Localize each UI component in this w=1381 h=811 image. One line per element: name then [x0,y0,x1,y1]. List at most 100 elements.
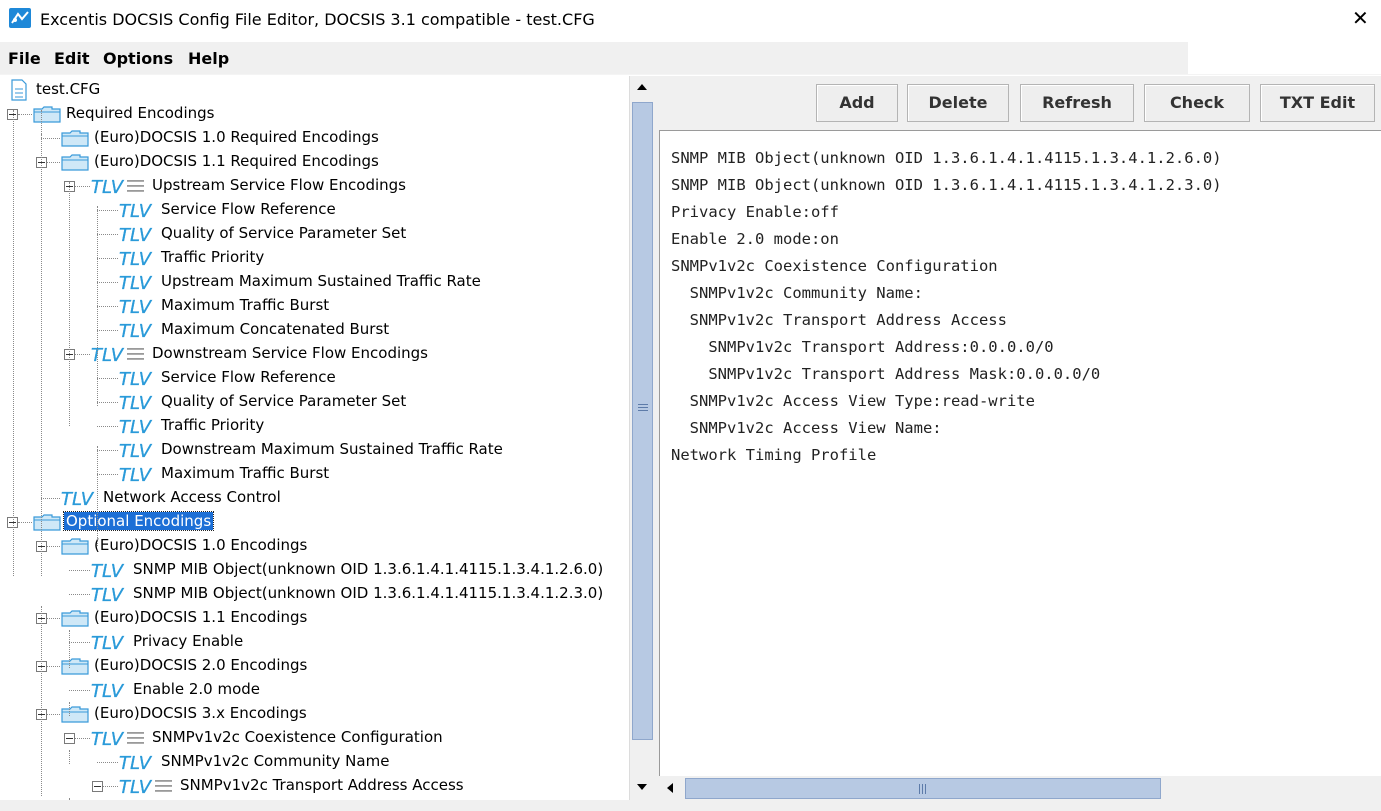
tree-node-label: Quality of Service Parameter Set [161,392,407,410]
tlv-icon [118,368,156,388]
config-text-line: SNMPv1v2c Access View Type:read-write [671,392,1035,410]
tree-node-label: Downstream Service Flow Encodings [152,344,428,362]
tree-node[interactable]: Required Encodings [0,102,628,126]
tree-node[interactable]: SNMP MIB Object(unknown OID 1.3.6.1.4.1.… [0,582,628,606]
config-text-view[interactable]: SNMP MIB Object(unknown OID 1.3.6.1.4.1.… [659,130,1381,779]
config-text-line: Enable 2.0 mode:on [671,230,839,248]
config-text-line: SNMPv1v2c Coexistence Configuration [671,257,998,275]
tree-node[interactable]: (Euro)DOCSIS 3.x Encodings [0,702,628,726]
tree-node[interactable]: SNMPv1v2c Coexistence Configuration [0,726,628,750]
scroll-up-button[interactable] [630,76,654,98]
tree-node[interactable]: SNMPv1v2c Community Name [0,750,628,774]
tree-node[interactable]: (Euro)DOCSIS 2.0 Encodings [0,654,628,678]
tree-node[interactable]: SNMPv1v2c Transport Address Access [0,774,628,798]
tree-node-label: (Euro)DOCSIS 2.0 Encodings [94,656,308,674]
tlv-icon [90,560,128,580]
tree-node-label: SNMP MIB Object(unknown OID 1.3.6.1.4.1.… [133,584,604,602]
config-tree[interactable]: test.CFG Required Encodings (Euro)DOCSIS 1… [0,76,628,800]
tlv-icon [118,200,156,220]
folder-icon [60,153,90,171]
tree-node[interactable]: Service Flow Reference [0,198,628,222]
menu-help[interactable]: Help [188,49,229,68]
detail-pane: Add Delete Refresh Check TXT Edit SNMP M… [659,76,1381,800]
tree-node[interactable]: Upstream Maximum Sustained Traffic Rate [0,270,628,294]
tree-node[interactable]: Network Access Control [0,486,628,510]
tree-node-label: Optional Encodings [62,511,215,531]
tree-node[interactable]: Optional Encodings [0,510,628,534]
tree-node-label: Traffic Priority [161,416,265,434]
tree-node[interactable]: Maximum Traffic Burst [0,462,628,486]
folder-icon [60,657,90,675]
text-scroll-thumb[interactable] [685,778,1161,799]
tree-node-label: Maximum Concatenated Burst [161,320,390,338]
tree-node[interactable]: Traffic Priority [0,414,628,438]
tree-node[interactable]: Downstream Service Flow Encodings [0,342,628,366]
tree-node-label: Downstream Maximum Sustained Traffic Rat… [161,440,503,458]
arrow-left-icon[interactable] [659,776,683,800]
refresh-button[interactable]: Refresh [1020,84,1134,122]
tree-node[interactable]: Traffic Priority [0,246,628,270]
tlv-icon [118,464,156,484]
menu-bar-end [1188,42,1381,74]
tree-node[interactable]: test.CFG [0,78,628,102]
folder-icon [60,537,90,555]
txt-edit-button[interactable]: TXT Edit [1260,84,1375,122]
config-text-line: SNMP MIB Object(unknown OID 1.3.6.1.4.1.… [671,176,1222,194]
tree-node-label: Required Encodings [66,104,215,122]
tree-node-label: Maximum Traffic Burst [161,296,330,314]
tree-node[interactable]: Enable 2.0 mode [0,678,628,702]
tlv-icon [118,248,156,268]
tlv-branch-icon [90,728,146,748]
scroll-down-button[interactable] [630,776,654,798]
tree-node[interactable]: SNMP MIB Object(unknown OID 1.3.6.1.4.1.… [0,558,628,582]
tlv-icon [118,224,156,244]
config-text-line: SNMPv1v2c Transport Address Access [671,311,1007,329]
doc-icon [10,79,28,101]
tree-node[interactable]: (Euro)DOCSIS 1.1 Encodings [0,606,628,630]
tree-node[interactable]: Quality of Service Parameter Set [0,222,628,246]
config-text-line: SNMP MIB Object(unknown OID 1.3.6.1.4.1.… [671,149,1222,167]
tree-node[interactable]: Service Flow Reference [0,366,628,390]
tree-scroll-thumb[interactable] [632,102,653,740]
check-button[interactable]: Check [1144,84,1250,122]
tlv-icon [60,488,98,508]
tree-node[interactable]: (Euro)DOCSIS 1.0 Required Encodings [0,126,628,150]
tree-node-label: SNMP MIB Object(unknown OID 1.3.6.1.4.1.… [133,560,604,578]
tree-node[interactable]: (Euro)DOCSIS 1.1 Required Encodings [0,150,628,174]
tree-node[interactable]: (Euro)DOCSIS 1.0 Encodings [0,534,628,558]
config-text-line: SNMPv1v2c Access View Name: [671,419,942,437]
tree-node-label: SNMPv1v2c Transport Address Access [180,776,464,794]
tlv-branch-icon [90,344,146,364]
add-button[interactable]: Add [816,84,898,122]
tree-node[interactable]: Maximum Traffic Burst [0,294,628,318]
tree-node[interactable]: Maximum Concatenated Burst [0,318,628,342]
menu-options[interactable]: Options [103,49,173,68]
tree-node-label: Traffic Priority [161,248,265,266]
text-horizontal-scrollbar[interactable] [659,776,1381,800]
tree-node[interactable]: Quality of Service Parameter Set [0,390,628,414]
tree-node-label: SNMPv1v2c Coexistence Configuration [152,728,443,746]
folder-icon [32,105,62,123]
menu-file[interactable]: File [8,49,41,68]
folder-icon [32,513,62,531]
tree-node[interactable]: Privacy Enable [0,630,628,654]
tree-vertical-scrollbar[interactable] [629,76,654,800]
menu-edit[interactable]: Edit [54,49,90,68]
config-text-line: SNMPv1v2c Transport Address Mask:0.0.0.0… [671,365,1101,383]
tlv-branch-icon [118,776,174,796]
tlv-icon [118,272,156,292]
folder-icon [60,609,90,627]
tlv-icon [90,632,128,652]
tree-node-label: Network Access Control [103,488,281,506]
tree-node-label: Upstream Service Flow Encodings [152,176,406,194]
tree-node-label: (Euro)DOCSIS 1.1 Required Encodings [94,152,379,170]
collapse-toggle-icon[interactable] [64,733,75,744]
tlv-icon [118,320,156,340]
tree-node[interactable]: Upstream Service Flow Encodings [0,174,628,198]
tlv-icon [118,296,156,316]
collapse-toggle-icon[interactable] [92,781,103,792]
delete-button[interactable]: Delete [907,84,1009,122]
close-icon[interactable]: ✕ [1352,6,1369,30]
tlv-icon [118,440,156,460]
tree-node[interactable]: Downstream Maximum Sustained Traffic Rat… [0,438,628,462]
